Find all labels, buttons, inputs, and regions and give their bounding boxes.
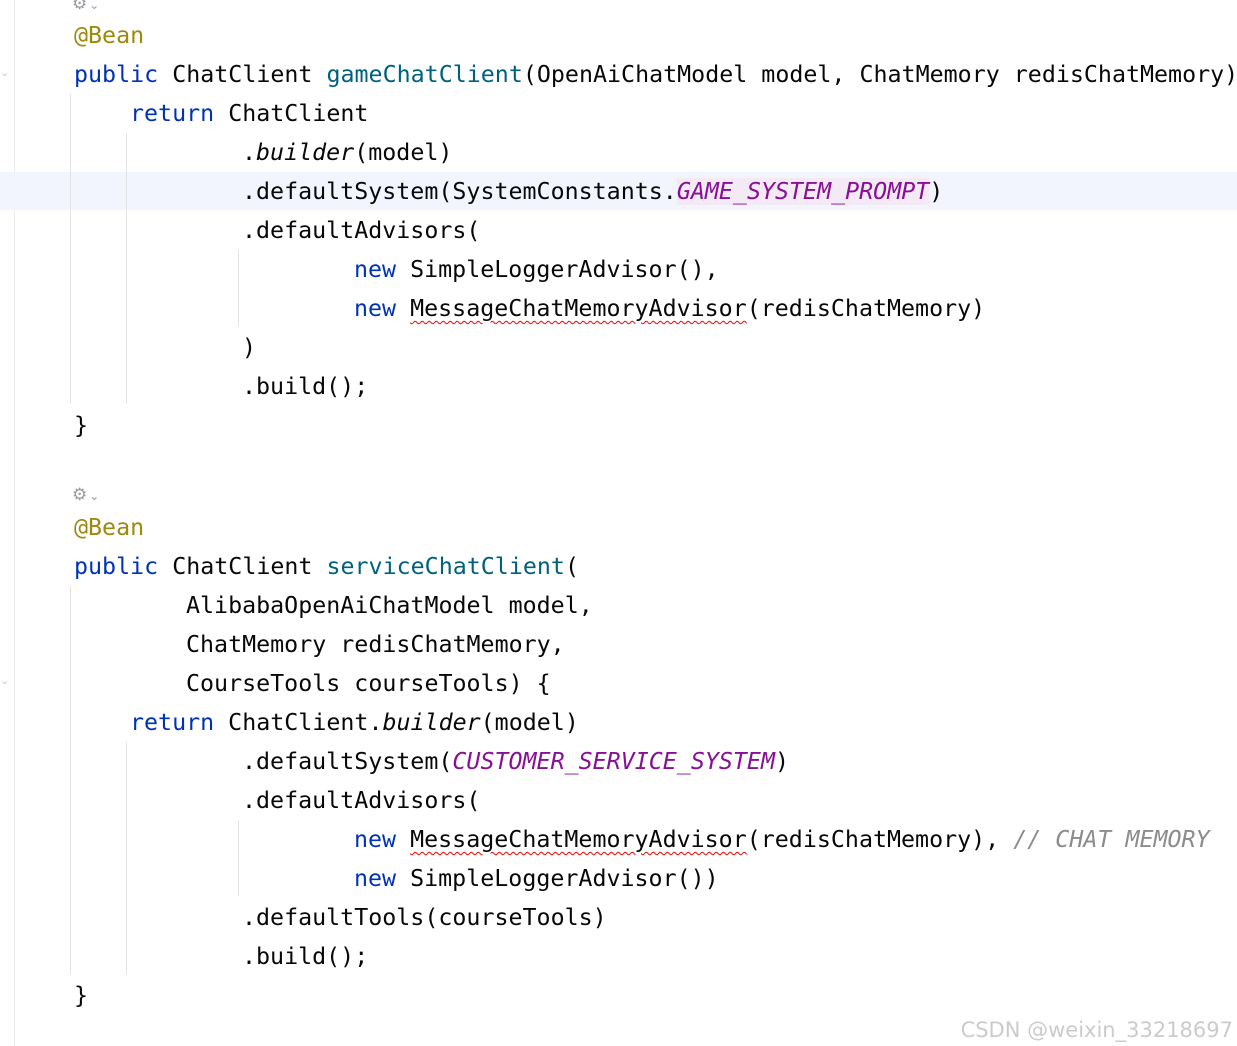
type-name: SimpleLoggerAdvisor	[410, 256, 677, 283]
indent-guide	[126, 742, 127, 974]
code-token: .defaultSystem(SystemConstants.	[242, 178, 677, 205]
code-line: CourseTools courseTools) {	[186, 664, 551, 703]
code-token: .build();	[242, 943, 369, 970]
keyword: public	[74, 553, 159, 580]
code-line: ChatMemory redisChatMemory,	[186, 625, 565, 664]
fold-icon[interactable]: ⌄	[0, 66, 9, 79]
code-editor[interactable]: ⌄ ⌄ ⚙ ⌄ ⚙ ⌄ @Bean public ChatClient gameCh…	[0, 0, 1237, 1046]
code-line: new MessageChatMemoryAdvisor(redisChatMe…	[354, 289, 985, 328]
code-line: }	[74, 976, 88, 1015]
deprecated-type-name[interactable]: MessageChatMemoryAdvisor	[410, 826, 747, 853]
annotation: @Bean	[74, 22, 145, 49]
annotation: @Bean	[74, 514, 145, 541]
keyword: public	[74, 61, 159, 88]
close-brace: }	[74, 412, 89, 439]
code-line: return ChatClient.builder(model)	[130, 703, 579, 742]
code-token: .defaultTools(courseTools)	[242, 904, 607, 931]
code-line: public ChatClient serviceChatClient(	[74, 547, 579, 586]
code-token: (redisChatMemory),	[746, 826, 1014, 853]
type-name: SimpleLoggerAdvisor	[410, 865, 677, 892]
code-token: .build();	[242, 373, 369, 400]
keyword: new	[354, 256, 397, 283]
constant: GAME_SYSTEM_PROMPT	[676, 178, 930, 205]
code-line: @Bean	[74, 508, 144, 547]
chevron-down-icon: ⌄	[89, 489, 100, 503]
code-token: )	[775, 748, 790, 775]
chevron-down-icon: ⌄	[89, 0, 100, 12]
method-name: gameChatClient	[326, 61, 523, 88]
code-line: @Bean	[74, 16, 144, 55]
gutter-separator	[14, 0, 15, 1046]
code-token: (),	[676, 256, 719, 283]
watermark: CSDN @weixin_33218697	[960, 1018, 1233, 1042]
code-token: (	[564, 553, 579, 580]
code-token: )	[242, 334, 257, 361]
method-param: AlibabaOpenAiChatModel model,	[186, 592, 593, 619]
code-line: .defaultSystem(CUSTOMER_SERVICE_SYSTEM)	[242, 742, 789, 781]
code-line: }	[74, 406, 88, 445]
code-token: (model)	[354, 139, 453, 166]
code-line: public ChatClient gameChatClient(OpenAiC…	[74, 55, 1237, 94]
close-brace: }	[74, 982, 89, 1009]
code-line: .builder(model)	[242, 133, 452, 172]
code-line: return ChatClient	[130, 94, 368, 133]
indent-guide	[126, 133, 127, 404]
keyword: new	[354, 865, 397, 892]
spring-bean-gutter-icon[interactable]: ⚙ ⌄	[72, 0, 99, 15]
type-name: ChatClient	[172, 61, 313, 88]
constant: CUSTOMER_SERVICE_SYSTEM	[452, 748, 775, 775]
method-name: serviceChatClient	[326, 553, 565, 580]
code-line: .defaultAdvisors(	[242, 781, 480, 820]
type-name: ChatClient	[172, 553, 313, 580]
indent-guide	[70, 586, 71, 974]
indent-guide	[238, 250, 239, 326]
keyword: return	[130, 100, 215, 127]
code-line: .build();	[242, 937, 368, 976]
code-line: .defaultAdvisors(	[242, 211, 480, 250]
code-token: )	[929, 178, 944, 205]
method-param: ChatMemory redisChatMemory,	[186, 631, 565, 658]
code-token: ChatClient.	[214, 709, 383, 736]
code-token: .defaultAdvisors(	[242, 787, 481, 814]
deprecated-type-name[interactable]: MessageChatMemoryAdvisor	[410, 295, 747, 322]
static-method-call: builder	[256, 139, 355, 166]
method-params: (OpenAiChatModel model, ChatMemory redis…	[522, 61, 1237, 88]
fold-icon[interactable]: ⌄	[0, 674, 9, 687]
spring-bean-gutter-icon[interactable]: ⚙ ⌄	[72, 485, 99, 506]
code-line: AlibabaOpenAiChatModel model,	[186, 586, 593, 625]
code-comment: // CHAT MEMORY	[1013, 826, 1210, 853]
code-line: new SimpleLoggerAdvisor(),	[354, 250, 719, 289]
code-token: ())	[676, 865, 719, 892]
code-line: .defaultTools(courseTools)	[242, 898, 607, 937]
keyword: new	[354, 295, 397, 322]
code-line: .build();	[242, 367, 368, 406]
code-token: .defaultAdvisors(	[242, 217, 481, 244]
method-param: CourseTools courseTools) {	[186, 670, 551, 697]
code-token: (model)	[480, 709, 579, 736]
code-line: new SimpleLoggerAdvisor())	[354, 859, 719, 898]
keyword: return	[130, 709, 215, 736]
keyword: new	[354, 826, 397, 853]
type-name: ChatClient	[228, 100, 369, 127]
code-line: new MessageChatMemoryAdvisor(redisChatMe…	[354, 820, 1210, 859]
code-token: (redisChatMemory)	[746, 295, 986, 322]
code-line: )	[242, 328, 256, 367]
code-token: .	[242, 139, 257, 166]
static-method-call: builder	[382, 709, 481, 736]
code-token: .defaultSystem(	[242, 748, 453, 775]
code-line: .defaultSystem(SystemConstants.GAME_SYST…	[242, 172, 943, 211]
indent-guide	[238, 820, 239, 896]
indent-guide	[70, 94, 71, 404]
